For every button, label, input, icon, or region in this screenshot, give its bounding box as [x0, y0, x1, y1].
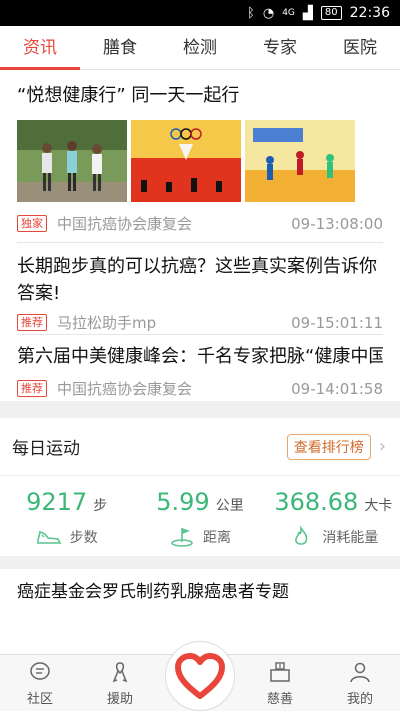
article-card[interactable]: 第六届中美健康峰会：千名专家把脉“健康中国 推荐 中国抗癌协会康复会 09-14… [17, 335, 383, 401]
nav-mine-label: 我的 [346, 692, 373, 707]
heart-action-button[interactable] [165, 641, 235, 711]
golf-flag-icon [171, 528, 193, 547]
thumbnail-olympic-poster [131, 120, 241, 202]
tab-screening[interactable]: 检测 [160, 26, 240, 69]
sport-stats: 9217 步 5.99 公里 368.68 大卡 [0, 476, 400, 516]
bottom-navigation: 社区 援助 慈善 我的 [0, 641, 400, 711]
signal-icon: ▟ [302, 5, 313, 21]
daily-sport-header: 每日运动 查看排行榜 › [0, 418, 400, 476]
shoe-icon [36, 530, 61, 544]
ribbon-icon [112, 662, 128, 683]
nav-aid-label: 援助 [106, 692, 133, 707]
heart-icon [175, 653, 225, 699]
calories-value: 368.68 [274, 488, 359, 516]
status-bar: ᛒ ◔ 4G ▟ 80 22:36 [0, 0, 400, 26]
steps-label-group: 步数 [0, 526, 133, 548]
steps-unit: 步 [93, 498, 108, 514]
steps-stat: 9217 步 [0, 488, 133, 516]
view-ranking-button[interactable]: 查看排行榜 [286, 433, 371, 460]
badge-exclusive: 独家 [17, 215, 47, 232]
badge-recommended: 推荐 [17, 314, 47, 331]
distance-stat: 5.99 公里 [133, 488, 266, 516]
steps-label: 步数 [69, 530, 98, 546]
news-feed: “悦想健康行” 同一天一起行 独家 中国抗癌协会康复会 09-13:08:00 … [0, 70, 400, 401]
nav-center-slot [160, 641, 240, 711]
article-card[interactable]: 长期跑步真的可以抗癌？这些真实案例告诉你答案! 推荐 马拉松助手mp 09-15… [17, 243, 383, 335]
distance-unit: 公里 [215, 498, 244, 514]
article-title: 第六届中美健康峰会：千名专家把脉“健康中国 [17, 346, 383, 367]
calories-label: 消耗能量 [322, 530, 379, 546]
network-type: 4G [282, 7, 295, 18]
calories-unit: 大卡 [364, 498, 393, 514]
daily-sport-title: 每日运动 [12, 439, 80, 459]
chat-bubble-icon [30, 662, 50, 680]
article-time: 09-13:08:00 [291, 214, 383, 233]
nav-mine[interactable]: 我的 [320, 655, 400, 711]
article-meta: 推荐 马拉松助手mp 09-15:01:11 [17, 312, 383, 333]
section-divider [0, 556, 400, 569]
bluetooth-icon: ᛒ [247, 5, 255, 21]
nav-community[interactable]: 社区 [0, 655, 80, 711]
article-meta: 推荐 中国抗癌协会康复会 09-14:01:58 [17, 378, 383, 399]
section-divider [0, 405, 400, 418]
thumbnail-sports-poster [245, 120, 355, 202]
article-source: 中国抗癌协会康复会 [57, 215, 193, 233]
article-thumbnails [17, 120, 355, 202]
distance-label-group: 距离 [133, 526, 266, 548]
wifi-icon: ◔ [262, 5, 275, 21]
nav-charity-label: 慈善 [266, 692, 293, 707]
person-icon [350, 662, 370, 683]
calories-label-group: 消耗能量 [267, 526, 400, 548]
battery-indicator: 80 [320, 6, 342, 20]
article-time: 09-15:01:11 [291, 313, 383, 332]
clock: 22:36 [349, 5, 390, 21]
distance-value: 5.99 [156, 488, 210, 516]
tab-experts[interactable]: 专家 [240, 26, 320, 69]
article-time: 09-14:01:58 [291, 379, 383, 398]
flame-icon [295, 526, 308, 545]
tab-diet[interactable]: 膳食 [80, 26, 160, 69]
thumbnail-runners [17, 120, 127, 202]
badge-recommended: 推荐 [17, 380, 47, 397]
sport-stat-labels: 步数 距离 消耗能量 [0, 526, 400, 548]
tab-news[interactable]: 资讯 [0, 26, 80, 70]
distance-label: 距离 [202, 530, 231, 546]
article-source: 中国抗癌协会康复会 [57, 380, 193, 398]
chevron-right-icon[interactable]: › [379, 436, 386, 457]
category-tabs: 资讯 膳食 检测 专家 医院 [0, 26, 400, 70]
article-meta: 独家 中国抗癌协会康复会 09-13:08:00 [17, 213, 383, 234]
article-title: 长期跑步真的可以抗癌？这些真实案例告诉你答案! [17, 256, 377, 304]
nav-aid[interactable]: 援助 [80, 655, 160, 711]
nav-community-label: 社区 [26, 692, 53, 707]
article-title: “悦想健康行” 同一天一起行 [17, 85, 240, 106]
steps-value: 9217 [26, 488, 88, 516]
daily-sport-panel: 每日运动 查看排行榜 › 9217 步 5.99 公里 368.68 大卡 步数 距离… [0, 418, 400, 556]
nav-charity[interactable]: 慈善 [240, 655, 320, 711]
tab-hospitals[interactable]: 医院 [320, 26, 400, 69]
special-topic-title: 癌症基金会罗氏制药乳腺癌患者专题 [17, 582, 289, 602]
article-card[interactable]: “悦想健康行” 同一天一起行 独家 中国抗癌协会康复会 09-13:08:00 [17, 70, 383, 243]
donation-box-icon [270, 662, 290, 682]
article-source: 马拉松助手mp [57, 314, 157, 332]
calories-stat: 368.68 大卡 [267, 488, 400, 516]
